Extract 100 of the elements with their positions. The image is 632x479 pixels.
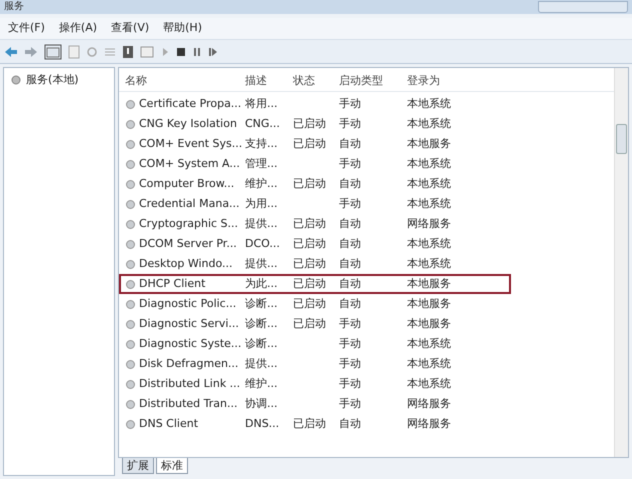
stop-icon[interactable] (176, 46, 186, 56)
table-cell-text: Distributed Link ... (139, 376, 240, 392)
table-cell-text: 手动 (339, 116, 361, 132)
table-row[interactable]: Diagnostic Servi... 诊断... 已启动 手动 本地服务 (119, 314, 511, 334)
table-cell-text: 自动 (339, 236, 361, 252)
table-cell-text: 本地服务 (407, 136, 451, 152)
table-cell-text: Diagnostic Servi... (139, 316, 239, 332)
table-cell-text: 已启动 (293, 116, 326, 132)
table-row[interactable]: Distributed Link ... 维护... 手动 本地系统 (119, 374, 511, 394)
table-cell-text: DCO... (245, 236, 280, 252)
table-cell-text: 本地系统 (407, 336, 451, 352)
window-title: 服务 (4, 1, 24, 13)
table-cell-text: 将用... (245, 96, 278, 112)
table-cell-text: 手动 (339, 196, 361, 212)
table-cell-text: 已启动 (293, 176, 326, 192)
table-cell-text: 本地服务 (407, 316, 451, 332)
table-cell-text: CNG Key Isolation (139, 116, 237, 132)
table-cell-text: 已启动 (293, 416, 326, 432)
table-cell-text: Desktop Windo... (139, 256, 233, 272)
column-header[interactable]: 描述 (245, 73, 293, 90)
table-cell-text: CNG... (245, 116, 280, 132)
table-cell-text: 手动 (339, 356, 361, 372)
table-row[interactable]: DHCP Client 为此... 已启动 自动 本地服务 (119, 274, 511, 294)
table-row[interactable]: Diagnostic Syste... 诊断... 手动 本地系统 (119, 334, 511, 354)
table-cell-text: 已启动 (293, 236, 326, 252)
table-cell-text: 网络服务 (407, 396, 451, 412)
table-row[interactable]: COM+ Event Sys... 支持... 已启动 自动 本地服务 (119, 134, 511, 154)
table-cell-text: 手动 (339, 336, 361, 352)
list-icon[interactable] (104, 46, 116, 58)
help-icon[interactable] (122, 44, 134, 58)
table-row[interactable]: DCOM Server Pr... DCO... 已启动 自动 本地系统 (119, 234, 511, 254)
table-cell-text: Computer Brow... (139, 176, 234, 192)
table-cell-text: 协调... (245, 396, 278, 412)
table-cell-text: 自动 (339, 256, 361, 272)
tree-item[interactable]: 服务(本地) (8, 72, 110, 88)
table-cell-text: 本地服务 (407, 296, 451, 312)
table-cell-text: 诊断... (245, 296, 278, 312)
scrollbar[interactable] (614, 68, 628, 457)
table-row[interactable]: CNG Key Isolation CNG... 已启动 手动 本地系统 (119, 114, 511, 134)
table-row[interactable]: Desktop Windo... 提供... 已启动 自动 本地系统 (119, 254, 511, 274)
table-cell-text: Cryptographic S... (139, 216, 238, 232)
menu-item[interactable]: 文件(F) (8, 20, 45, 37)
menu-item[interactable]: 操作(A) (58, 20, 98, 37)
table-row[interactable]: Computer Brow... 维护... 已启动 自动 本地系统 (119, 174, 511, 194)
table-cell-text: 本地系统 (407, 176, 451, 192)
table-cell-text: Disk Defragmen... (139, 356, 238, 372)
table-row[interactable]: COM+ System A... 管理... 手动 本地系统 (119, 154, 511, 174)
table-cell-text: 为此... (245, 276, 278, 292)
restart-icon[interactable] (208, 46, 218, 56)
table-row[interactable]: Credential Mana... 为用... 手动 本地系统 (119, 194, 511, 214)
menu-item[interactable]: 帮助(H) (163, 20, 202, 37)
column-header[interactable]: 状态 (293, 73, 339, 90)
table-cell-text: 自动 (339, 276, 361, 292)
table-cell-text: 提供... (245, 216, 278, 232)
table-cell-text: 手动 (339, 396, 361, 412)
table-cell-text: 本地服务 (407, 276, 451, 292)
table-row[interactable]: Certificate Propa... 将用... 手动 本地系统 (119, 94, 511, 114)
table-cell-text: 已启动 (293, 276, 326, 292)
table-cell-text: DCOM Server Pr... (139, 236, 237, 252)
table-cell-text: COM+ System A... (139, 156, 240, 172)
view-tab[interactable]: 扩展 (122, 458, 154, 474)
table-row[interactable]: Cryptographic S... 提供... 已启动 自动 网络服务 (119, 214, 511, 234)
table-cell-text: 提供... (245, 256, 278, 272)
table-cell-text: 手动 (339, 156, 361, 172)
table-cell-text: 本地系统 (407, 376, 451, 392)
table-cell-text: DNS... (245, 416, 280, 432)
column-header[interactable]: 名称 (119, 73, 245, 90)
table-cell-text: Certificate Propa... (139, 96, 242, 112)
table-cell-text: 网络服务 (407, 216, 451, 232)
view-tab[interactable]: 标准 (156, 458, 188, 474)
table-cell-text: 本地系统 (407, 256, 451, 272)
back-icon[interactable] (4, 46, 18, 58)
table-cell-text: 自动 (339, 416, 361, 432)
table-cell-text: 诊断... (245, 316, 278, 332)
table-cell-text: Diagnostic Polic... (139, 296, 236, 312)
pause-icon[interactable] (192, 46, 202, 56)
table-row[interactable]: DNS Client DNS... 已启动 自动 网络服务 (119, 414, 511, 434)
table-cell-text: 自动 (339, 176, 361, 192)
menu-item[interactable]: 查看(V) (111, 20, 150, 37)
table-cell-text: 手动 (339, 316, 361, 332)
table-cell-text: Credential Mana... (139, 196, 240, 212)
table-cell-text: 本地系统 (407, 156, 451, 172)
table-row[interactable]: Diagnostic Polic... 诊断... 已启动 自动 本地服务 (119, 294, 511, 314)
table-cell-text: 自动 (339, 136, 361, 152)
table-row[interactable]: Disk Defragmen... 提供... 手动 本地系统 (119, 354, 511, 374)
play-icon[interactable] (160, 46, 170, 56)
table-cell-text: 手动 (339, 376, 361, 392)
column-header[interactable]: 登录为 (407, 73, 487, 90)
table-cell-text: DHCP Client (139, 276, 206, 292)
forward-icon[interactable] (24, 46, 38, 58)
table-cell-text: 维护... (245, 176, 278, 192)
table-cell-text: 本地系统 (407, 116, 451, 132)
table-row[interactable]: Distributed Tran... 协调... 手动 网络服务 (119, 394, 511, 414)
table-cell-text: 支持... (245, 136, 278, 152)
table-cell-text: 本地系统 (407, 356, 451, 372)
table-cell-text: 已启动 (293, 296, 326, 312)
column-header[interactable]: 启动类型 (339, 73, 407, 90)
table-cell-text: 诊断... (245, 336, 278, 352)
table-cell-text: 本地系统 (407, 236, 451, 252)
table-cell-text: 自动 (339, 296, 361, 312)
